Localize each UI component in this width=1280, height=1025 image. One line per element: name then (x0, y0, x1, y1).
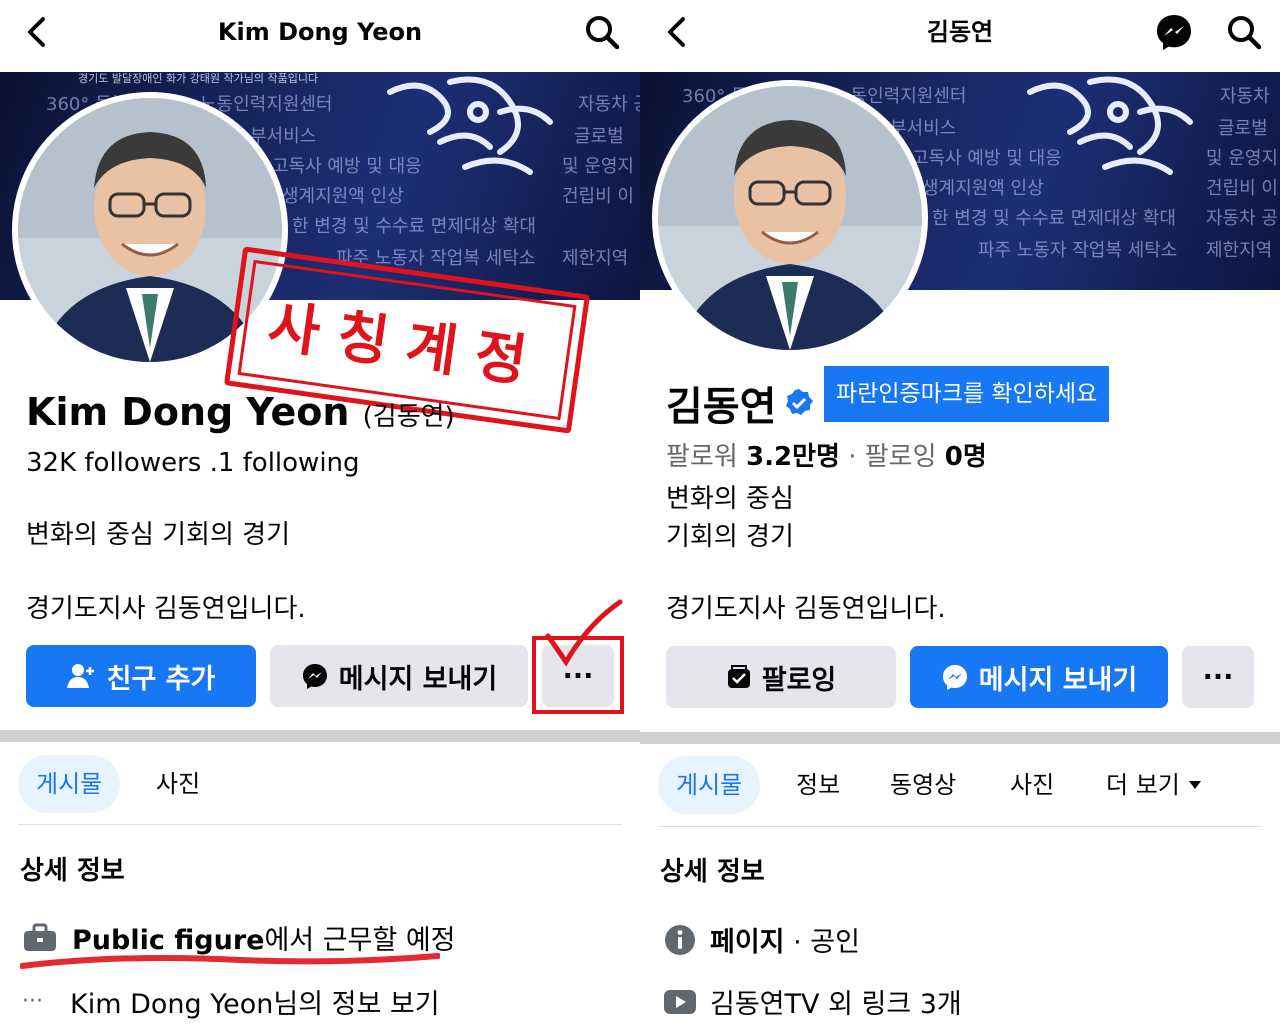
section-divider (0, 730, 640, 742)
more-options-button[interactable]: ··· (1182, 646, 1254, 708)
top-bar: Kim Dong Yeon (0, 0, 640, 72)
cover-text: 제한지역 (1206, 240, 1273, 261)
tab-about[interactable]: 정보 (796, 756, 840, 814)
briefcase-icon (24, 923, 56, 951)
official-profile-panel: 김동연 360° 돌 노동인력지원센터 부서비스 고독사 예방 및 대응 생계지… (640, 0, 1280, 1025)
info-link[interactable]: ··· Kim Dong Yeon님의 정보 보기 (22, 982, 440, 1021)
cover-text: 자동차 (1220, 86, 1270, 107)
info-icon (665, 924, 695, 955)
cover-text: 건립비 이 (1206, 178, 1278, 199)
cover-text: 한 변경 및 수수료 면제대상 확대 (292, 216, 536, 237)
page-rest: · 공인 (784, 927, 860, 958)
page-category-detail: 페이지 · 공인 (664, 920, 860, 959)
dragon-artwork (1027, 76, 1193, 175)
tab-more-label: 더 보기 (1106, 771, 1180, 799)
followers-value: 3.2만명 (746, 442, 840, 472)
links-detail[interactable]: 김동연TV 외 링크 3개 (664, 982, 962, 1021)
tab-videos[interactable]: 동영상 (890, 756, 956, 814)
messenger-icon[interactable] (1154, 12, 1194, 52)
cover-text: 부서비스 (250, 126, 317, 147)
messenger-icon (302, 664, 327, 689)
add-friend-button[interactable]: 친구 추가 (26, 645, 256, 707)
tab-posts[interactable]: 게시물 (18, 755, 121, 813)
bio-line: 경기도지사 김동연입니다. (666, 594, 946, 624)
verify-callout: 파란인증마크를 확인하세요 (824, 366, 1110, 422)
tab-underline (18, 824, 622, 825)
cover-text: 및 운영지 (1206, 148, 1278, 169)
tab-underline (658, 826, 1262, 827)
header-title: Kim Dong Yeon (217, 18, 423, 46)
search-icon[interactable] (1224, 12, 1264, 52)
cover-text: 자동차 공 (578, 94, 640, 115)
fake-profile-panel: Kim Dong Yeon 경기도 발달장애인 화가 강태원 작가님의 작품입니… (0, 0, 640, 1025)
add-friend-label: 친구 추가 (106, 663, 216, 695)
details-title: 상세 정보 (20, 856, 125, 886)
add-friend-icon (66, 664, 94, 688)
cover-text: 자동차 공 (1206, 208, 1278, 229)
profile-name-korean: (김동연) (362, 402, 455, 432)
search-icon[interactable] (582, 12, 622, 52)
top-bar: 김동연 (640, 0, 1280, 72)
bio-line: 경기도지사 김동연입니다. (26, 594, 306, 624)
profile-name-english: Kim Dong Yeon (26, 390, 350, 434)
profile-photo (658, 86, 922, 350)
message-button[interactable]: 메시지 보내기 (270, 645, 528, 707)
follower-stats: 팔로워 3.2만명 · 팔로잉 0명 (666, 442, 987, 472)
cover-caption: 경기도 발달장애인 화가 강태원 작가님의 작품입니다 (78, 72, 319, 85)
profile-name: 김동연 (666, 374, 814, 432)
dropdown-caret-icon (1188, 781, 1201, 789)
messenger-icon (942, 665, 967, 690)
info-link-label: Kim Dong Yeon님의 정보 보기 (70, 989, 440, 1020)
section-divider (640, 732, 1280, 744)
bio-line: 변화의 중심 (666, 484, 794, 514)
bio-line: 기회의 경기 (666, 522, 794, 552)
tab-posts[interactable]: 게시물 (658, 756, 761, 814)
more-dots-icon: ··· (1202, 661, 1234, 693)
cover-text: 한 변경 및 수수료 면제대상 확대 (932, 208, 1176, 229)
links-label: 김동연TV 외 링크 3개 (710, 989, 962, 1020)
cover-text: 글로벌 (1218, 118, 1268, 139)
details-title: 상세 정보 (660, 857, 765, 887)
more-dots-icon: ··· (22, 989, 43, 1014)
message-label: 메시지 보내기 (338, 663, 498, 695)
following-label: 팔로잉 (864, 442, 937, 472)
followers-label: 팔로워 (666, 442, 738, 472)
cover-text: 제한지역 (562, 248, 629, 269)
following-label: 팔로잉 (761, 664, 837, 696)
verified-badge-icon (786, 389, 814, 415)
tab-photos[interactable]: 사진 (1010, 756, 1054, 814)
cover-text: 및 운영지 (562, 156, 634, 177)
profile-name: Kim Dong Yeon (김동연) (26, 390, 455, 434)
message-label: 메시지 보내기 (978, 664, 1138, 696)
checkmark-icon (545, 599, 623, 667)
youtube-icon (664, 989, 696, 1014)
following-icon (727, 665, 750, 688)
dragon-artwork (387, 76, 553, 175)
message-button[interactable]: 메시지 보내기 (910, 646, 1168, 708)
cover-text: 파주 노동자 작업복 세탁소 (978, 240, 1178, 261)
bio-line: 변화의 중심 기회의 경기 (26, 520, 290, 550)
following-button[interactable]: 팔로잉 (666, 646, 896, 708)
tab-more[interactable]: 더 보기 (1106, 756, 1202, 814)
following-value: 0명 (944, 442, 987, 472)
page-bold: 페이지 (710, 927, 785, 958)
profile-name-korean: 김동연 (666, 384, 777, 430)
follower-stats: 32K followers .1 following (26, 448, 360, 478)
tab-photos[interactable]: 사진 (156, 755, 200, 813)
cover-text: 건립비 이 (562, 186, 634, 207)
cover-text: 글로벌 (574, 126, 624, 147)
red-underline-mark (20, 953, 440, 969)
profile-avatar[interactable] (652, 80, 928, 356)
